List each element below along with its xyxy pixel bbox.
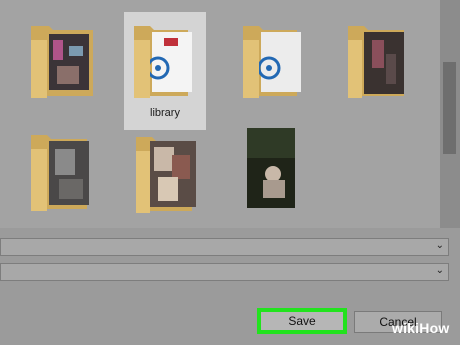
folder-item-library[interactable]: library: [124, 12, 206, 130]
save-button[interactable]: Save: [257, 308, 347, 334]
folder-item[interactable]: [338, 10, 420, 128]
save-as-type-field[interactable]: ⌄: [0, 263, 449, 281]
chevron-down-icon[interactable]: ⌄: [436, 240, 444, 251]
folder-icon: [134, 26, 192, 98]
folder-icon: [31, 26, 93, 98]
folder-icon: [348, 26, 404, 98]
folder-icon: [136, 137, 196, 213]
file-name-field[interactable]: ⌄: [0, 238, 449, 256]
file-browser-pane: library: [0, 0, 440, 228]
folder-item[interactable]: [233, 12, 315, 130]
folder-icon: [243, 26, 301, 98]
watermark-logo: wikiHow: [392, 320, 450, 336]
scrollbar-thumb[interactable]: [443, 62, 456, 154]
photo-thumbnail-icon[interactable]: [247, 128, 295, 208]
folder-icon: [31, 135, 89, 211]
file-label: library: [150, 107, 180, 119]
folder-item[interactable]: [23, 125, 105, 243]
vertical-scrollbar[interactable]: [440, 0, 460, 228]
chevron-down-icon[interactable]: ⌄: [436, 265, 444, 276]
folder-item[interactable]: [23, 10, 105, 128]
folder-item[interactable]: [128, 125, 210, 243]
